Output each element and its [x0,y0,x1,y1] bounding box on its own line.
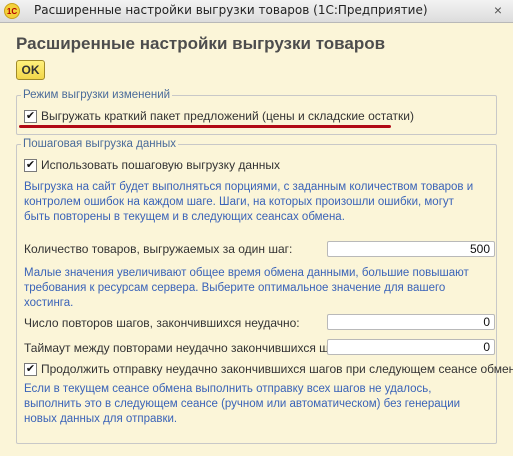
ok-button[interactable]: OK [16,60,45,80]
continue-failed-note: Если в текущем сеансе обмена выполнить о… [24,383,461,425]
short-package-label[interactable]: Выгружать краткий пакет предложений (цен… [41,109,414,123]
continue-failed-label[interactable]: Продолжить отправку неудачно закончивших… [41,362,513,376]
annotation-underline [19,125,391,128]
page-title: Расширенные настройки выгрузки товаров [16,34,386,53]
mode-group-legend: Режим выгрузки изменений [23,89,171,101]
continue-failed-checkbox[interactable]: ✔ [24,363,37,376]
1c-app-icon: 1С [4,3,20,19]
items-per-step-label: Количество товаров, выгружаемых за один … [24,242,293,256]
step-group-legend: Пошаговая выгрузка данных [23,138,176,150]
timeout-input[interactable]: 0 [327,339,495,355]
use-step-checkbox[interactable]: ✔ [24,159,37,172]
window-title: Расширенные настройки выгрузки товаров (… [34,3,428,17]
step-size-note: Малые значения увеличивают общее время о… [24,267,469,309]
step-description-note: Выгрузка на сайт будет выполняться порци… [24,181,474,223]
short-package-checkbox[interactable]: ✔ [24,110,37,123]
retries-label: Число повторов шагов, закончившихся неуд… [24,316,300,330]
items-per-step-input[interactable]: 500 [327,241,495,257]
title-bar: 1С Расширенные настройки выгрузки товаро… [0,0,513,23]
retries-input[interactable]: 0 [327,314,495,330]
timeout-label: Таймаут между повторами неудачно закончи… [24,341,356,355]
close-icon[interactable]: × [489,1,507,19]
use-step-label[interactable]: Использовать пошаговую выгрузку данных [41,158,280,172]
